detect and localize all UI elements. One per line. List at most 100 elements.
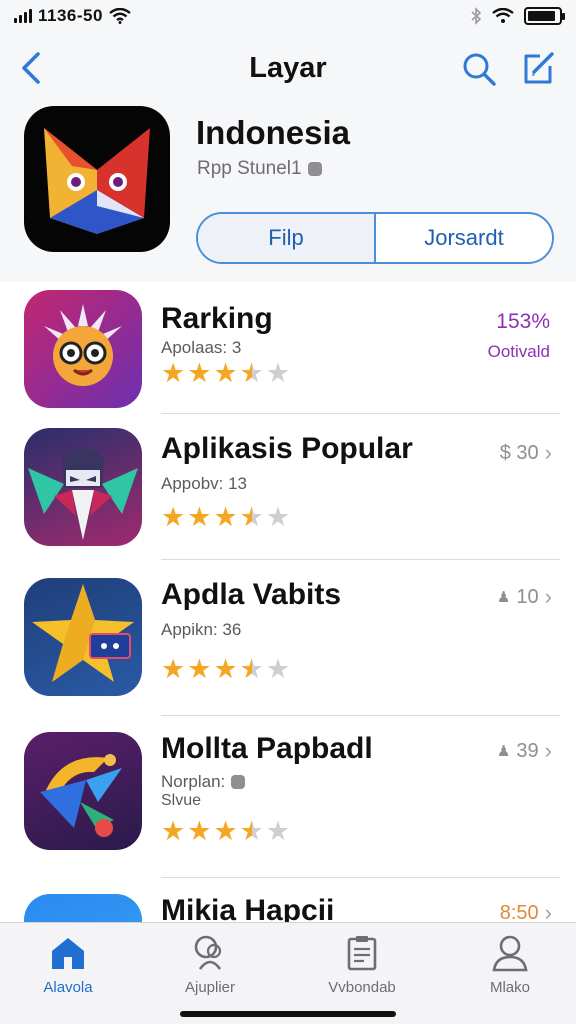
tab-ajuplier[interactable]: Ajuplier — [150, 933, 270, 996]
star-filled-icon: ★ — [187, 654, 212, 684]
segment-filp[interactable]: Filp — [198, 214, 374, 262]
document-icon — [347, 936, 377, 971]
app-price[interactable]: $ 30 › — [500, 440, 552, 466]
person-icon: ♟ — [496, 589, 511, 606]
star-filled-icon: ★ — [161, 816, 186, 846]
app-icon-hapcii — [24, 894, 142, 922]
star-icon — [32, 584, 134, 682]
ranking-meta: 153% Ootivald — [488, 310, 550, 362]
wifi-icon — [492, 8, 514, 23]
tab-bar: Alavola Ajuplier Vvbondab Mlako — [0, 922, 576, 1024]
star-filled-icon: ★ — [161, 502, 186, 532]
tab-mlako[interactable]: Mlako — [450, 933, 570, 996]
status-left: 1136-50 — [14, 6, 131, 26]
app-price[interactable]: ♟ 39 › — [497, 738, 552, 764]
star-half-icon: ★ — [239, 816, 264, 846]
bluetooth-icon — [471, 7, 482, 25]
status-right — [470, 7, 565, 25]
star-filled-icon: ★ — [161, 358, 186, 388]
hooded-figure-icon — [28, 448, 138, 540]
price-label: 10 — [516, 585, 539, 608]
rating-stars: ★ ★ ★ ★ ★ — [161, 504, 290, 531]
person-icon: ♟ — [496, 743, 511, 760]
lock-icon — [307, 162, 322, 176]
tab-label: Vvbondab — [328, 979, 396, 996]
app-icon-popular — [24, 428, 142, 546]
compose-icon[interactable] — [518, 48, 558, 88]
star-half-icon: ★ — [239, 654, 264, 684]
price-label: $ 30 — [499, 441, 539, 464]
app-header: Layar Indonesia Rpp Stunel1 Filp Jorsard… — [0, 34, 576, 282]
ranking-subtitle: Apolaas: 3 — [161, 338, 242, 357]
home-icon — [52, 938, 84, 969]
chevron-right-icon: › — [544, 738, 552, 763]
app-subtitle-secondary: Slvue — [161, 792, 202, 809]
ranking-title: Rarking — [161, 302, 273, 335]
star-filled-icon: ★ — [213, 358, 238, 388]
app-icon-graphic — [44, 128, 150, 234]
star-half-icon: ★ — [239, 358, 264, 388]
home-indicator — [180, 1011, 396, 1017]
app-subtitle-line: Norplan: — [161, 772, 246, 792]
app-title: Mikia Hapcii — [161, 894, 335, 922]
list-item-app[interactable]: Aplikasis Popular Appobv: 13 ★ ★ ★ ★ ★ $ 30 … — [0, 414, 576, 560]
star-filled-icon: ★ — [161, 654, 186, 684]
star-empty-icon: ★ — [265, 358, 291, 388]
battery-level — [528, 11, 555, 21]
ranking-status: Ootivald — [487, 342, 550, 361]
lock-icon — [231, 775, 246, 789]
chevron-right-icon: › — [544, 584, 552, 609]
app-title: Apdla Vabits — [161, 578, 342, 611]
rating-stars: ★ ★ ★ ★ ★ — [161, 818, 290, 845]
list-item-ranking[interactable]: Rarking Apolaas: 3 ★ ★ ★ ★ ★ 153% Ootivald — [0, 286, 576, 414]
app-subtitle: Appikn: 36 — [161, 620, 242, 639]
app-price[interactable]: 8:50 › — [500, 900, 552, 922]
tab-label: Ajuplier — [184, 979, 236, 996]
owl-icon — [44, 304, 122, 386]
app-icon-indonesia[interactable] — [24, 106, 170, 252]
list-item-app[interactable]: Mikia Hapcii 8:50 › — [0, 878, 576, 922]
chevron-right-icon: › — [544, 440, 552, 465]
segmented-control: Filp Jorsardt — [196, 212, 554, 264]
list-item-app[interactable]: Apdla Vabits Appikn: 36 ★ ★ ★ ★ ★ ♟ 10 › — [0, 560, 576, 716]
status-bar: 1136-50 — [0, 0, 576, 34]
status-time: 1136-50 — [38, 6, 103, 25]
rating-stars: ★ ★ ★ ★ ★ — [161, 360, 290, 387]
search-icon[interactable] — [460, 50, 498, 88]
tab-alavola[interactable]: Alavola — [8, 933, 128, 996]
hero-title: Indonesia — [196, 114, 351, 151]
app-price[interactable]: ♟ 10 › — [497, 584, 552, 610]
chevron-right-icon: › — [544, 900, 552, 922]
star-filled-icon: ★ — [213, 502, 238, 532]
hero-subtitle-text: Rpp Stunel1 — [197, 158, 302, 179]
list-item-app[interactable]: Mollta Papbadl Norplan: Slvue ★ ★ ★ ★ ★ ♟ 39… — [0, 716, 576, 878]
app-icon-papbadl — [24, 732, 142, 850]
price-label: 8:50 — [499, 901, 539, 923]
star-filled-icon: ★ — [213, 654, 238, 684]
app-subtitle: Norplan: — [161, 772, 226, 791]
star-empty-icon: ★ — [265, 502, 291, 532]
battery-icon — [524, 7, 565, 25]
tab-label: Alavola — [43, 979, 93, 996]
star-empty-icon: ★ — [265, 816, 291, 846]
hero-subtitle: Rpp Stunel1 — [197, 158, 322, 180]
app-title: Aplikasis Popular — [161, 432, 413, 465]
star-filled-icon: ★ — [187, 358, 212, 388]
tab-vvbondab[interactable]: Vvbondab — [302, 933, 422, 996]
star-filled-icon: ★ — [187, 816, 212, 846]
segment-jorsardt[interactable]: Jorsardt — [376, 214, 552, 262]
app-icon-ranking — [24, 290, 142, 408]
star-filled-icon: ★ — [187, 502, 212, 532]
star-empty-icon: ★ — [265, 654, 291, 684]
tab-label: Mlako — [489, 979, 530, 996]
wifi-icon — [109, 8, 131, 24]
app-subtitle: Appobv: 13 — [161, 474, 248, 493]
star-half-icon: ★ — [239, 502, 264, 532]
rating-stars: ★ ★ ★ ★ ★ — [161, 656, 290, 683]
people-icon — [194, 935, 222, 970]
person-icon — [492, 935, 528, 972]
star-filled-icon: ★ — [213, 816, 238, 846]
signal-icon — [14, 9, 32, 23]
ranking-percent: 153% — [496, 310, 550, 333]
bird-icon — [40, 754, 122, 837]
